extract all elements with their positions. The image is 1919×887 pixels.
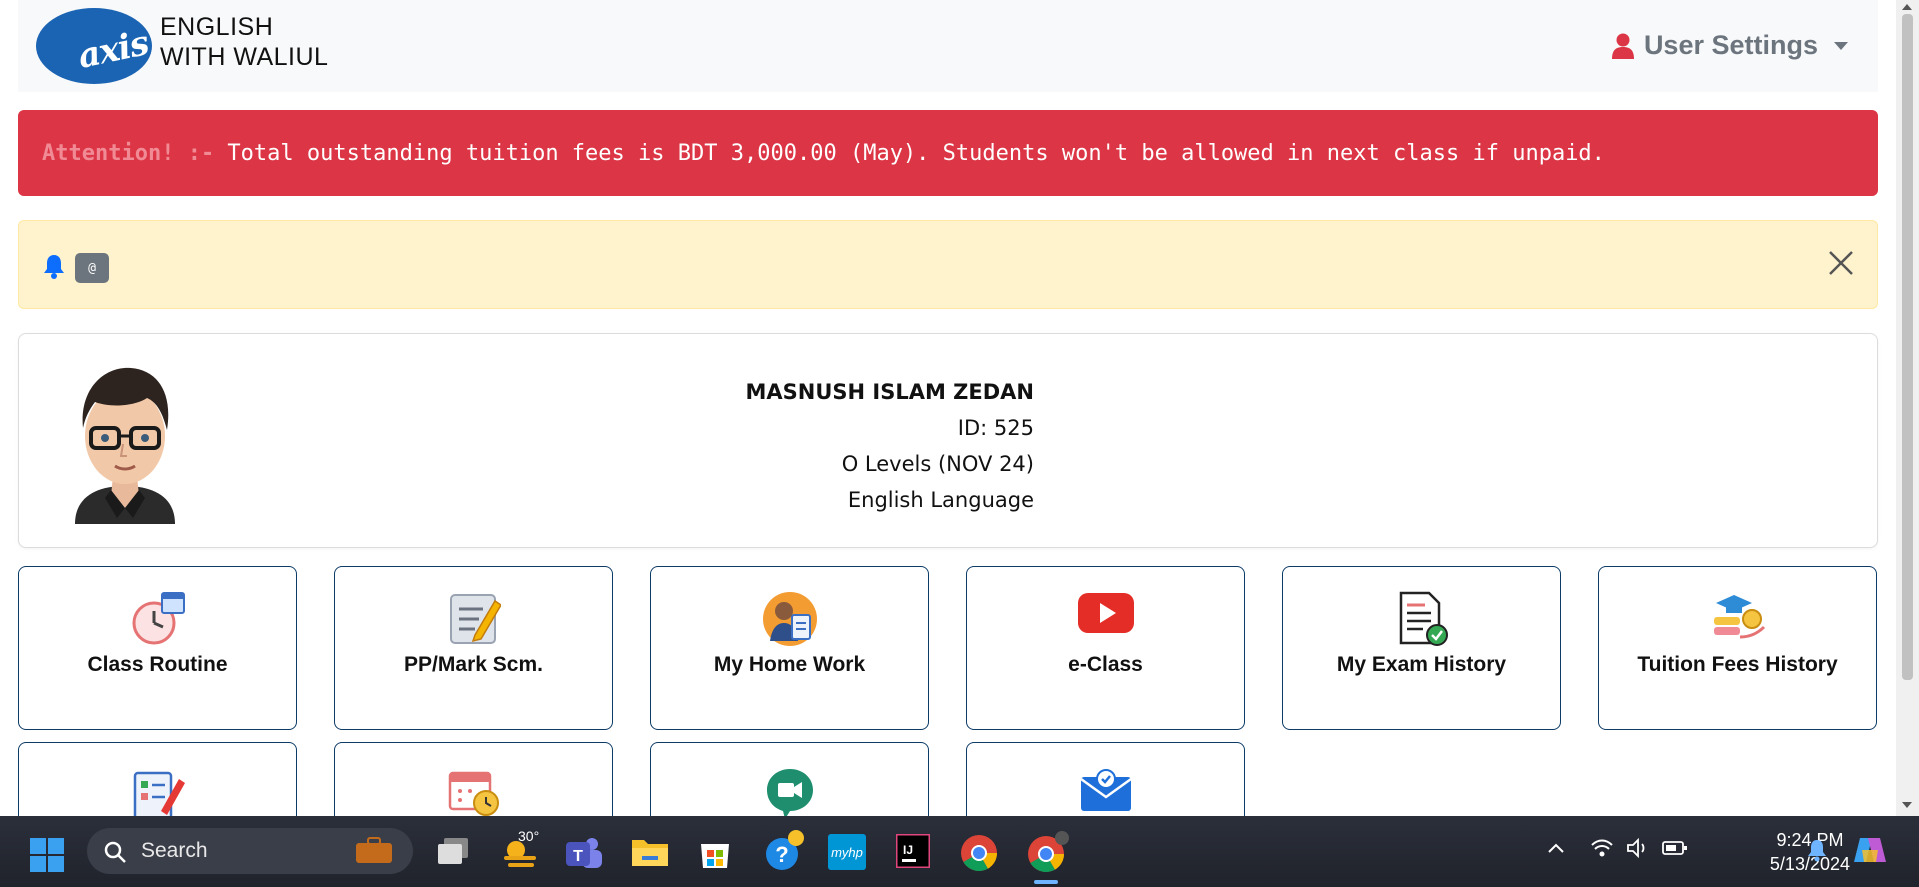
search-placeholder: Search <box>141 839 208 862</box>
chrome-icon[interactable] <box>960 834 998 872</box>
brand-line-2: WITH WALIUL <box>160 43 329 71</box>
student-id: ID: 525 <box>957 416 1034 440</box>
tile-pp-mark-scheme[interactable]: PP/Mark Scm. <box>334 566 613 730</box>
svg-text:T: T <box>573 848 583 865</box>
top-navbar: axis ENGLISH WITH WALIUL User Settings <box>18 0 1878 92</box>
microsoft-store-icon[interactable] <box>697 834 733 870</box>
active-app-indicator <box>1034 880 1058 884</box>
battery-icon[interactable] <box>1662 840 1688 856</box>
help-icon[interactable]: ? <box>762 828 806 872</box>
tile-e-class[interactable]: e-Class <box>966 566 1245 730</box>
bell-icon <box>44 255 64 279</box>
intellij-icon[interactable]: IJ <box>896 834 930 868</box>
tile-row2-4[interactable] <box>966 742 1245 816</box>
calendar-clock-icon <box>448 771 499 816</box>
exam-document-icon <box>1399 591 1448 646</box>
chevron-down-icon <box>1834 41 1848 50</box>
alert-message: Total outstanding tuition fees is BDT 3,… <box>214 140 1605 166</box>
chevron-up-icon[interactable] <box>1547 842 1565 854</box>
scroll-down-arrow[interactable] <box>1902 802 1912 808</box>
tile-row2-1[interactable] <box>18 742 297 816</box>
myhp-icon[interactable]: myhp <box>828 834 866 870</box>
student-level: O Levels (NOV 24) <box>841 452 1034 476</box>
student-subject: English Language <box>847 488 1034 512</box>
brand-title[interactable]: ENGLISH WITH WALIUL <box>160 12 328 72</box>
student-profile-card: MASNUSH ISLAM ZEDAN ID: 525 O Levels (NO… <box>18 333 1878 548</box>
youtube-play-icon <box>1077 593 1134 633</box>
alert-prefix: Attention! :- <box>42 140 215 166</box>
graduation-money-icon <box>1713 595 1765 639</box>
mention-badge: @ <box>75 253 109 283</box>
tile-label: My Exam History <box>1336 653 1507 676</box>
tile-row2-2[interactable] <box>334 742 613 816</box>
outstanding-fees-alert: Attention! :- Total outstanding tuition … <box>18 110 1878 196</box>
axis-logo[interactable]: axis <box>36 8 152 84</box>
chrome-profile-icon[interactable] <box>1026 830 1070 874</box>
copilot-icon[interactable] <box>1852 832 1888 868</box>
google-meet-icon <box>766 769 813 816</box>
tile-label: e-Class <box>1068 653 1143 676</box>
file-explorer-icon[interactable] <box>630 836 670 868</box>
tile-label: My Home Work <box>713 653 866 676</box>
svg-text:myhp: myhp <box>831 845 863 860</box>
notification-bell-icon[interactable] <box>1807 838 1827 862</box>
tile-label: Class Routine <box>87 653 228 676</box>
student-name: MASNUSH ISLAM ZEDAN <box>745 380 1034 404</box>
volume-icon[interactable] <box>1626 838 1650 858</box>
student-avatar <box>75 367 175 524</box>
search-icon <box>104 841 126 863</box>
tile-my-exam-history[interactable]: My Exam History <box>1282 566 1561 730</box>
windows-taskbar: Search 30° T ? myhp IJ 9:24 PM 5/13/2024 <box>0 816 1919 887</box>
user-settings-dropdown[interactable]: User Settings <box>1611 30 1848 61</box>
checklist-pencil-icon <box>133 771 185 816</box>
scroll-up-arrow[interactable] <box>1902 4 1912 10</box>
scrollbar-thumb[interactable] <box>1902 14 1913 680</box>
notepad-pencil-icon <box>449 594 501 644</box>
tile-my-home-work[interactable]: My Home Work <box>650 566 929 730</box>
svg-text:IJ: IJ <box>903 843 913 857</box>
page-scrollbar[interactable] <box>1896 0 1919 816</box>
tile-tuition-fees-history[interactable]: Tuition Fees History <box>1598 566 1877 730</box>
weather-temp: 30° <box>518 828 540 844</box>
clock-calendar-icon <box>132 592 185 645</box>
notification-alert: @ <box>18 220 1878 309</box>
windows-start-icon[interactable] <box>30 838 64 872</box>
tile-label: Tuition Fees History <box>1637 653 1838 676</box>
task-view-icon[interactable] <box>436 836 470 866</box>
user-settings-label: User Settings <box>1643 30 1818 60</box>
wifi-icon[interactable] <box>1590 838 1614 858</box>
envelope-check-icon <box>1079 769 1132 811</box>
briefcase-icon <box>356 837 392 863</box>
close-icon[interactable] <box>1827 249 1855 277</box>
profile-info: MASNUSH ISLAM ZEDAN ID: 525 O Levels (NO… <box>745 374 1034 518</box>
tile-class-routine[interactable]: Class Routine <box>18 566 297 730</box>
tile-label: PP/Mark Scm. <box>404 653 543 676</box>
brand-line-1: ENGLISH <box>160 13 274 41</box>
student-document-icon <box>762 592 817 646</box>
taskbar-search[interactable]: Search <box>87 828 413 874</box>
webpage: axis ENGLISH WITH WALIUL User Settings A… <box>0 0 1896 816</box>
logo-text: axis <box>74 23 152 77</box>
svg-text:?: ? <box>775 842 788 867</box>
user-icon <box>1611 33 1634 59</box>
teams-icon[interactable]: T <box>564 834 602 870</box>
tile-row2-3[interactable] <box>650 742 929 816</box>
